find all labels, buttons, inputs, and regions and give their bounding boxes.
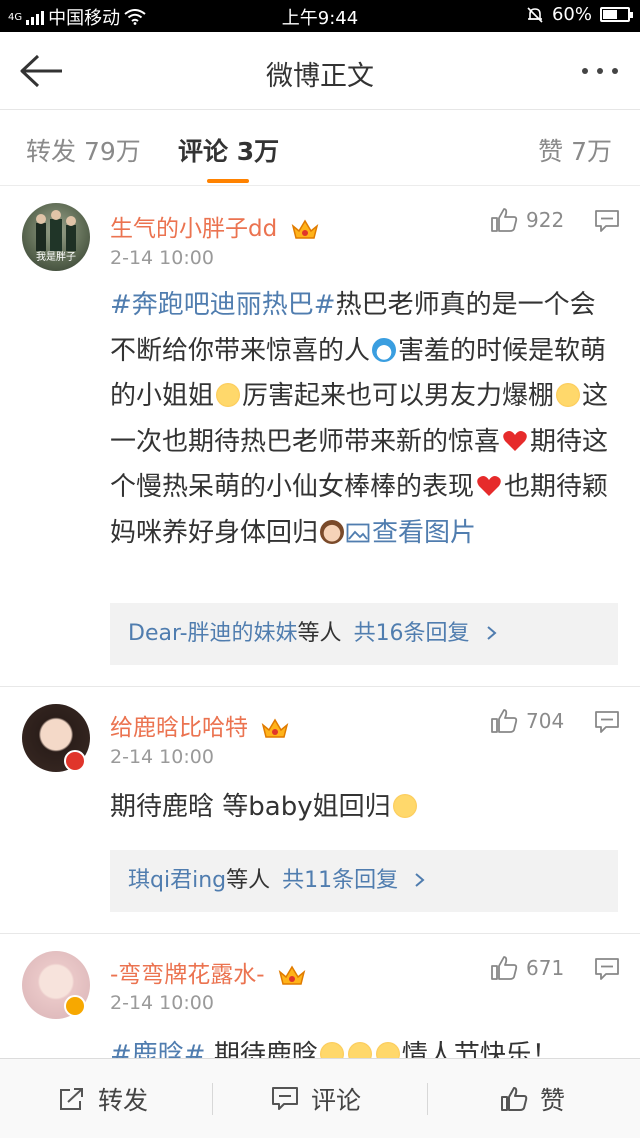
avatar[interactable]: 我是胖子 xyxy=(22,203,90,271)
comment-time: 2-14 10:00 xyxy=(110,992,214,1014)
girl-emoji-icon xyxy=(320,519,345,544)
tab-comment[interactable]: 评论 3万 xyxy=(178,132,279,168)
divider xyxy=(0,933,640,934)
vip-crown-icon xyxy=(278,965,306,985)
comment-username[interactable]: 给鹿晗比哈特 xyxy=(110,708,289,742)
battery-label: 60% xyxy=(551,4,592,25)
like-button[interactable]: 704 xyxy=(490,708,564,734)
verified-badge-icon xyxy=(64,995,86,1017)
reply-count: 共16条回复 xyxy=(353,621,470,646)
view-image-link[interactable]: 查看图片 xyxy=(346,518,476,548)
bottom-action-bar: 转发 评论 赞 xyxy=(0,1058,640,1138)
reply-user: 琪qi君ing xyxy=(128,868,227,893)
avatar-caption: 我是胖子 xyxy=(36,252,76,263)
divider xyxy=(427,1083,428,1115)
thumbs-up-icon xyxy=(491,208,518,232)
thumbs-up-icon xyxy=(491,709,518,733)
comment-label: 评论 xyxy=(311,1086,362,1115)
thumbs-up-icon xyxy=(501,1087,528,1111)
topic-link[interactable]: #鹿晗# xyxy=(110,1040,206,1058)
reply-user: Dear-胖迪的妹妹 xyxy=(128,621,298,646)
tab-repost[interactable]: 转发 79万 xyxy=(26,132,141,168)
more-options-icon[interactable] xyxy=(582,68,618,74)
vip-crown-icon xyxy=(291,219,318,239)
shy-emoji-icon xyxy=(556,383,581,407)
emoji-icon xyxy=(375,1042,400,1058)
like-button[interactable]: 671 xyxy=(490,955,564,981)
battery-icon xyxy=(600,7,633,22)
text-segment: 期待鹿晗 xyxy=(205,1040,318,1058)
comment-text: #奔跑吧迪丽热巴#热巴老师真的是一个会不断给你带来惊喜的人 害羞的时候是软萌的小姐… xyxy=(110,283,610,556)
reply-suffix: 等人 xyxy=(297,621,342,646)
like-button[interactable]: 922 xyxy=(490,207,564,233)
active-tab-indicator xyxy=(207,179,249,183)
emoji-icon xyxy=(319,1042,344,1058)
image-icon xyxy=(346,523,370,542)
verified-badge-icon xyxy=(64,750,86,772)
chevron-right-icon xyxy=(415,873,425,887)
tab-like[interactable]: 赞 7万 xyxy=(538,132,612,168)
detail-tabs: 转发 79万 评论 3万 赞 7万 xyxy=(0,110,640,186)
nav-bar: 微博正文 xyxy=(0,32,640,110)
comment-button[interactable]: 评论 xyxy=(271,1059,361,1138)
shy-emoji-icon xyxy=(216,383,241,407)
text-segment: 情人节快乐！ xyxy=(401,1040,558,1058)
username-text: 生气的小胖子dd xyxy=(110,216,278,242)
comment-item: 给鹿晗比哈特 2-14 10:00 704 期待鹿晗 等baby姐回归 琪qi君… xyxy=(0,688,640,934)
reply-count: 共11条回复 xyxy=(282,868,399,893)
thumbs-up-icon xyxy=(491,956,518,980)
reply-comment-icon[interactable] xyxy=(594,209,620,233)
username-text: 给鹿晗比哈特 xyxy=(110,715,248,741)
page-title: 微博正文 xyxy=(266,61,374,92)
reply-comment-icon[interactable] xyxy=(594,957,620,981)
replies-summary[interactable]: 琪qi君ing等人 共11条回复 xyxy=(110,850,618,912)
topic-link[interactable]: #奔跑吧迪丽热巴# xyxy=(110,290,336,320)
divider xyxy=(0,686,640,687)
like-bottom-button[interactable]: 赞 xyxy=(500,1059,565,1138)
comment-item: 我是胖子 生气的小胖子dd 2-14 10:00 922 #奔跑吧迪丽热巴#热巴… xyxy=(0,187,640,687)
heart-icon xyxy=(477,476,501,496)
doraemon-emoji-icon xyxy=(372,337,397,362)
mute-bell-icon xyxy=(527,6,543,23)
replies-summary[interactable]: Dear-胖迪的妹妹等人 共16条回复 xyxy=(110,603,618,665)
vip-crown-icon xyxy=(262,718,289,738)
comment-text: #鹿晗# 期待鹿晗 情人节快乐！ xyxy=(110,1033,610,1058)
comment-icon xyxy=(272,1087,298,1110)
share-icon xyxy=(60,1088,83,1110)
text-segment: 期待鹿晗 等baby姐回归 xyxy=(110,792,391,822)
reply-suffix: 等人 xyxy=(226,868,271,893)
like-count: 671 xyxy=(526,956,565,980)
like-count: 922 xyxy=(526,208,565,232)
comment-time: 2-14 10:00 xyxy=(110,247,214,269)
like-label: 赞 xyxy=(540,1086,566,1115)
chevron-right-icon xyxy=(486,626,497,640)
comment-time: 2-14 10:00 xyxy=(110,746,214,768)
text-segment: 厉害起来也可以男友力爆棚 xyxy=(242,381,555,411)
repost-label: 转发 xyxy=(98,1086,149,1115)
heart-icon xyxy=(503,430,527,451)
like-count: 704 xyxy=(526,709,565,733)
username-text: -弯弯牌花露水- xyxy=(110,962,265,988)
comment-text: 期待鹿晗 等baby姐回归 xyxy=(110,785,610,831)
repost-button[interactable]: 转发 xyxy=(58,1059,148,1138)
emoji-icon xyxy=(347,1042,372,1058)
kiss-emoji-icon xyxy=(392,794,417,818)
divider xyxy=(212,1083,213,1115)
comment-username[interactable]: 生气的小胖子dd xyxy=(110,209,319,243)
comment-username[interactable]: -弯弯牌花露水- xyxy=(110,955,306,989)
comment-item: -弯弯牌花露水- 2-14 10:00 671 #鹿晗# 期待鹿晗 情人节快乐！ xyxy=(0,935,640,1058)
reply-comment-icon[interactable] xyxy=(594,710,620,734)
view-image-label: 查看图片 xyxy=(372,517,477,548)
status-bar: 4G 中国移动 上午9:44 60% xyxy=(0,0,640,32)
